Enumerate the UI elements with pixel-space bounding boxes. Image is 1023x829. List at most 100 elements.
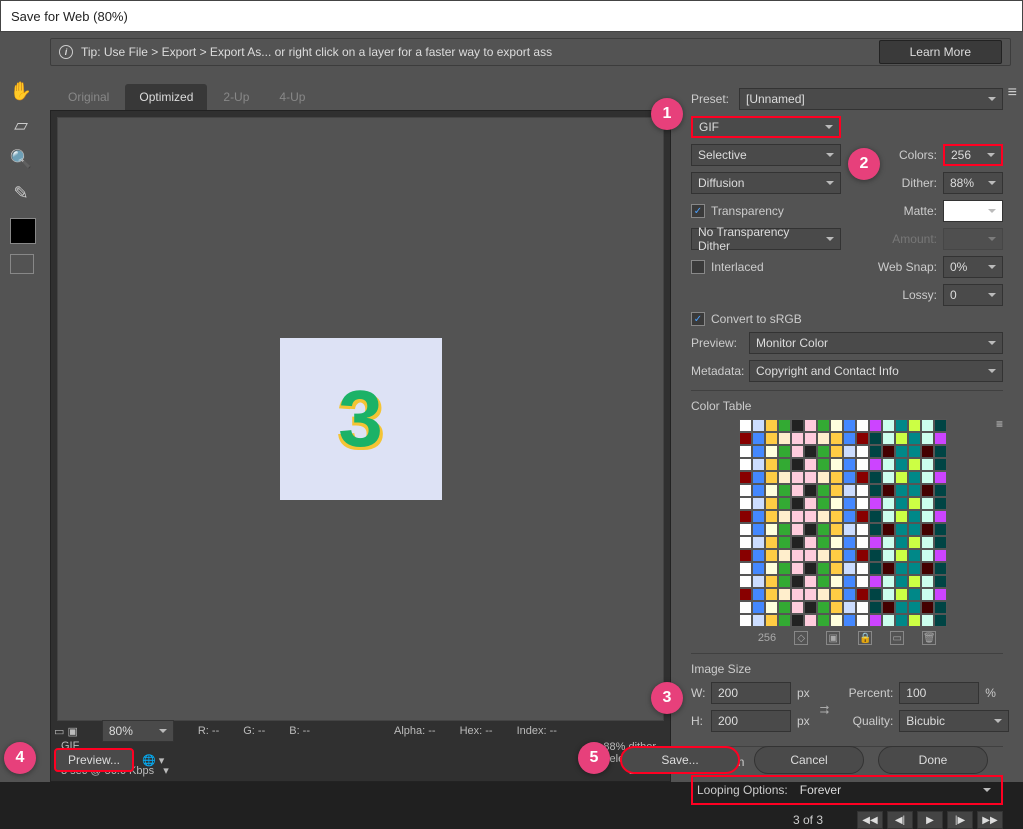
quality-dropdown[interactable]: Bicubic — [899, 710, 1009, 732]
prev-frame-button[interactable]: ◀| — [887, 811, 913, 829]
ct-icon-1[interactable]: ◇ — [794, 631, 808, 645]
percent-label: Percent: — [839, 686, 893, 700]
first-frame-button[interactable]: ◀◀ — [857, 811, 883, 829]
height-field[interactable]: 200 — [711, 710, 791, 732]
preset-label: Preset: — [691, 92, 739, 106]
w-px: px — [797, 686, 810, 700]
metadata-label: Metadata: — [691, 364, 749, 378]
done-button[interactable]: Done — [878, 746, 988, 774]
app: i Tip: Use File > Export > Export As... … — [0, 32, 1023, 782]
preview-area: Original Optimized 2-Up 4-Up 3 GIF 14.21… — [50, 80, 671, 782]
ct-icon-3[interactable]: 🔒 — [858, 631, 872, 645]
lossy-field[interactable]: 0 — [943, 284, 1003, 306]
convert-srgb-checkbox[interactable]: ✓Convert to sRGB — [691, 312, 802, 326]
w-label: W: — [691, 686, 711, 700]
tip-bar: i Tip: Use File > Export > Export As... … — [50, 38, 1011, 66]
index-readout: Index: -- — [517, 725, 557, 737]
marker-1: 1 — [651, 98, 683, 130]
ct-trash-icon[interactable]: 🗑 — [922, 631, 936, 645]
preview-button[interactable]: Preview... — [54, 748, 134, 772]
quality-label: Quality: — [839, 714, 893, 728]
canvas[interactable]: 3 — [57, 117, 664, 721]
settings-panel: Preset: [Unnamed] GIF Selective Colors: … — [671, 76, 1023, 742]
preview-profile-dropdown[interactable]: Monitor Color — [749, 332, 1003, 354]
marker-2: 2 — [848, 148, 880, 180]
h-label: H: — [691, 714, 711, 728]
color-table-section: Color Table ≡ — [691, 390, 1003, 415]
amount-label: Amount: — [879, 232, 937, 246]
preview-tabs: Original Optimized 2-Up 4-Up — [50, 80, 671, 110]
dither-field[interactable]: 88% — [943, 172, 1003, 194]
canvas-wrap: 3 GIF 14.21K 3 sec @ 56.6 Kbps ▾ 88% dit… — [50, 110, 671, 782]
play-button[interactable]: ▶ — [917, 811, 943, 829]
dither-method-dropdown[interactable]: Diffusion — [691, 172, 841, 194]
preview-profile-label: Preview: — [691, 336, 749, 350]
format-dropdown[interactable]: GIF — [691, 116, 841, 138]
color-table-label: Color Table — [691, 397, 1003, 415]
image-size-label: Image Size — [691, 660, 1003, 678]
titlebar: Save for Web (80%) — [0, 0, 1023, 32]
percent-field[interactable]: 100 — [899, 682, 979, 704]
looping-label: Looping Options: — [697, 783, 788, 797]
websnap-field[interactable]: 0% — [943, 256, 1003, 278]
tab-2up[interactable]: 2-Up — [209, 84, 263, 110]
marker-3: 3 — [651, 682, 683, 714]
transparency-checkbox[interactable]: ✓Transparency — [691, 204, 784, 218]
slice-icon[interactable]: ▭ ▣ — [54, 725, 78, 738]
g-readout: G: -- — [243, 725, 265, 737]
alpha-readout: Alpha: -- — [394, 725, 436, 737]
colors-label: Colors: — [879, 148, 937, 162]
b-readout: B: -- — [289, 725, 310, 737]
color-table-toolbar: 256 ◇ ▣ 🔒 ▭ 🗑 — [691, 631, 1003, 645]
cancel-button[interactable]: Cancel — [754, 746, 864, 774]
hand-tool-icon[interactable]: ✋ — [4, 76, 38, 106]
zoom-tool-icon[interactable]: 🔍 — [4, 144, 38, 174]
ct-new-icon[interactable]: ▭ — [890, 631, 904, 645]
marker-4: 4 — [4, 742, 36, 774]
footer: ▭ ▣ 80% R: -- G: -- B: -- Alpha: -- Hex:… — [50, 720, 671, 776]
dither-label: Dither: — [879, 176, 937, 190]
metadata-dropdown[interactable]: Copyright and Contact Info — [749, 360, 1003, 382]
marker-5: 5 — [578, 742, 610, 774]
toggle-slices-icon[interactable] — [10, 254, 34, 274]
interlaced-checkbox[interactable]: Interlaced — [691, 260, 764, 274]
preset-dropdown[interactable]: [Unnamed] — [739, 88, 1003, 110]
r-readout: R: -- — [198, 725, 219, 737]
window-title: Save for Web (80%) — [11, 9, 128, 24]
tool-column: ✋ ▱ 🔍 ✎ — [0, 72, 42, 782]
color-table[interactable] — [739, 419, 947, 627]
h-px: px — [797, 714, 810, 728]
info-icon: i — [59, 45, 73, 59]
color-reduction-dropdown[interactable]: Selective — [691, 144, 841, 166]
zoom-dropdown[interactable]: 80% — [102, 720, 174, 742]
last-frame-button[interactable]: ▶▶ — [977, 811, 1003, 829]
tab-optimized[interactable]: Optimized — [125, 84, 207, 110]
websnap-label: Web Snap: — [865, 260, 937, 274]
browser-preview-icon[interactable]: 🌐 ▾ — [142, 754, 164, 767]
link-wh-icon[interactable]: ⮆ — [820, 682, 830, 738]
color-table-count: 256 — [758, 632, 776, 644]
save-button[interactable]: Save... — [620, 746, 740, 774]
foreground-color-swatch[interactable] — [10, 218, 36, 244]
width-field[interactable]: 200 — [711, 682, 791, 704]
next-frame-button[interactable]: |▶ — [947, 811, 973, 829]
slice-select-tool-icon[interactable]: ▱ — [4, 110, 38, 140]
trans-dither-dropdown[interactable]: No Transparency Dither — [691, 228, 841, 250]
matte-dropdown[interactable] — [943, 200, 1003, 222]
tab-4up[interactable]: 4-Up — [265, 84, 319, 110]
eyedropper-tool-icon[interactable]: ✎ — [4, 178, 38, 208]
tip-text: Tip: Use File > Export > Export As... or… — [81, 45, 552, 59]
ct-icon-2[interactable]: ▣ — [826, 631, 840, 645]
lossy-label: Lossy: — [879, 288, 937, 302]
color-table-menu-icon[interactable]: ≡ — [996, 415, 1003, 433]
frame-counter: 3 of 3 — [793, 813, 823, 827]
colors-field[interactable]: 256 — [943, 144, 1003, 166]
amount-field — [943, 228, 1003, 250]
tab-original[interactable]: Original — [54, 84, 123, 110]
looping-dropdown[interactable]: Forever — [794, 779, 997, 801]
bottom-buttons: Save... Cancel Done — [620, 746, 1005, 774]
learn-more-button[interactable]: Learn More — [879, 40, 1002, 64]
art-content: 3 — [280, 338, 442, 500]
hex-readout: Hex: -- — [460, 725, 493, 737]
matte-label: Matte: — [879, 204, 937, 218]
